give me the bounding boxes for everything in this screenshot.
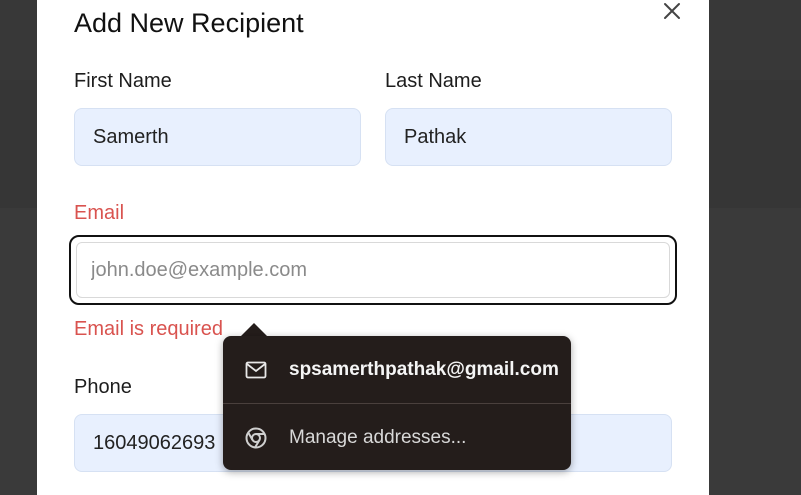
phone-label: Phone [74,376,132,398]
manage-addresses-item[interactable]: Manage addresses... [223,418,571,458]
manage-addresses-text: Manage addresses... [289,427,467,448]
last-name-field[interactable]: Pathak [385,108,672,166]
phone-value: 16049062693 [93,431,216,454]
first-name-value: Samerth [93,125,169,148]
email-field[interactable] [77,258,669,282]
close-icon [664,3,680,19]
first-name-label: First Name [74,70,172,92]
chrome-icon [223,427,289,449]
autofill-suggestion-email[interactable]: spsamerthpathak@gmail.com [223,350,571,390]
autofill-suggestion-text: spsamerthpathak@gmail.com [289,359,559,380]
mail-icon [223,361,289,379]
email-field-focus-ring [69,235,677,305]
email-label: Email [74,202,125,224]
close-button[interactable] [657,0,687,26]
autofill-popup: spsamerthpathak@gmail.com Manage address… [223,336,571,470]
email-error-message: Email is required [74,318,223,340]
popup-divider [223,403,571,404]
autofill-popup-arrow [240,323,268,337]
first-name-field[interactable]: Samerth [74,108,361,166]
dialog-title: Add New Recipient [74,8,304,38]
last-name-value: Pathak [404,125,467,148]
last-name-label: Last Name [385,70,482,92]
email-field-container [76,242,670,298]
